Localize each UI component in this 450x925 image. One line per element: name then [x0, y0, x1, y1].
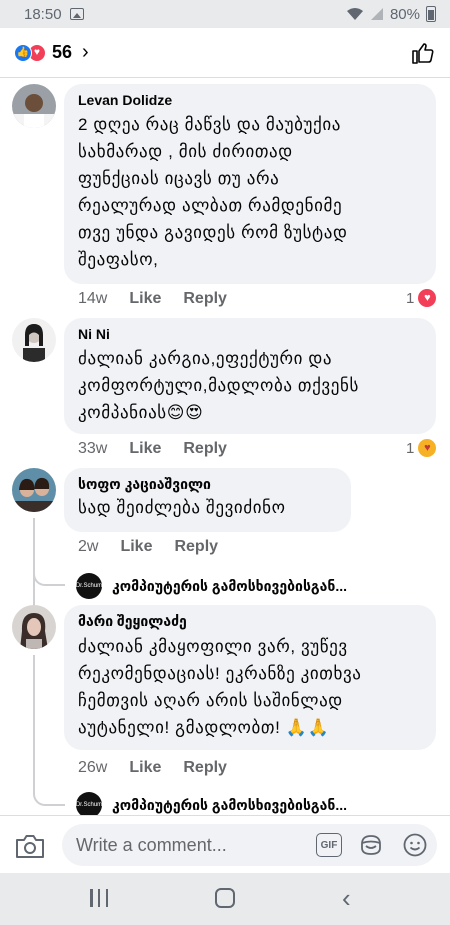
camera-button[interactable]	[14, 832, 46, 860]
gif-button[interactable]: GIF	[316, 833, 342, 857]
reaction-count[interactable]: 56	[52, 42, 72, 63]
recent-apps-icon[interactable]	[90, 889, 108, 907]
reply-author[interactable]: კომპიუტერის გამოსხივებისგან...	[112, 578, 347, 595]
reply-button[interactable]: Reply	[183, 440, 227, 458]
avatar[interactable]	[12, 318, 56, 362]
comment-actions: 2w Like Reply	[78, 538, 218, 556]
comment-reactions[interactable]: 1 ♥	[406, 439, 437, 457]
comment-input-wrapper: GIF	[62, 824, 437, 866]
comment-list: Levan Dolidze 2 დღეა რაც მაწვს და მაუბუქ…	[0, 78, 450, 815]
heart-icon: ♥	[418, 289, 437, 307]
reactions-header: 👍 ♥ 56 ›	[0, 28, 450, 78]
wifi-icon	[346, 8, 363, 20]
view-reply[interactable]: Dr.Schum კომპიუტერის გამოსხივებისგან...	[76, 573, 347, 599]
comment-time[interactable]: 2w	[78, 538, 98, 556]
status-bar: 18:50 80%	[0, 0, 450, 28]
reaction-icons[interactable]: 👍 ♥	[14, 43, 46, 62]
comment-time[interactable]: 33w	[78, 440, 107, 458]
like-button[interactable]: Like	[120, 538, 152, 556]
thread-line	[33, 655, 35, 795]
camera-icon	[16, 835, 44, 858]
home-icon[interactable]	[215, 888, 235, 908]
comment-author[interactable]: სოფო კაციაშვილი	[78, 476, 339, 493]
comment-actions: 14w Like Reply	[78, 290, 227, 308]
reply-avatar: Dr.Schum	[76, 792, 102, 815]
like-button[interactable]: Like	[129, 440, 161, 458]
like-button[interactable]: Like	[129, 759, 161, 777]
comment-text: სად შეიძლება შევიძინო	[78, 498, 286, 517]
avatar[interactable]	[12, 605, 56, 649]
reply-button[interactable]: Reply	[174, 538, 218, 556]
comment-reactions[interactable]: 1 ♥	[406, 289, 437, 307]
status-time: 18:50	[24, 5, 62, 23]
thread-hook	[33, 778, 65, 806]
sticker-icon	[361, 835, 381, 855]
status-right: 80%	[346, 6, 436, 23]
chevron-right-icon[interactable]: ›	[82, 41, 89, 64]
reply-button[interactable]: Reply	[183, 290, 227, 308]
avatar[interactable]	[12, 84, 56, 128]
comment-text: 2 დღეა რაც მაწვს და მაუბუქია სახმარად , …	[78, 115, 348, 269]
thread-hook	[33, 558, 65, 586]
like-reaction-icon: 👍	[14, 43, 32, 62]
reaction-count: 1	[406, 289, 415, 307]
comment-input[interactable]	[76, 824, 306, 866]
system-nav-bar: ‹	[0, 873, 450, 925]
comment-bubble[interactable]: სოფო კაციაშვილი სად შეიძლება შევიძინო	[64, 468, 351, 532]
comment-author[interactable]: მარი შეყილაძე	[78, 613, 424, 630]
like-post-button[interactable]	[410, 40, 436, 66]
reply-avatar: Dr.Schum	[76, 573, 102, 599]
view-reply[interactable]: Dr.Schum კომპიუტერის გამოსხივებისგან...	[76, 792, 347, 815]
reaction-count: 1	[406, 439, 415, 457]
care-icon: ♥	[418, 439, 437, 457]
comment-actions: 26w Like Reply	[78, 759, 227, 777]
comment-time[interactable]: 26w	[78, 759, 107, 777]
like-button[interactable]: Like	[129, 290, 161, 308]
back-icon[interactable]: ‹	[342, 885, 351, 911]
thumbs-up-icon	[412, 42, 434, 64]
comment-bubble[interactable]: Levan Dolidze 2 დღეა რაც მაწვს და მაუბუქ…	[64, 84, 436, 284]
comment-composer: GIF	[0, 815, 450, 873]
battery-percent: 80%	[389, 5, 420, 23]
smiley-icon	[403, 833, 427, 857]
sticker-button[interactable]	[358, 832, 384, 858]
emoji-button[interactable]	[402, 832, 428, 858]
comment-bubble[interactable]: Ni Ni ძალიან კარგია,ეფექტური და კომფორტუ…	[64, 318, 436, 434]
comment-author[interactable]: Ni Ni	[78, 326, 424, 342]
comment-text: ძალიან კარგია,ეფექტური და კომფორტული,მად…	[78, 349, 359, 422]
avatar[interactable]	[12, 468, 56, 512]
battery-icon	[426, 6, 436, 22]
reply-button[interactable]: Reply	[183, 759, 227, 777]
comment-time[interactable]: 14w	[78, 290, 107, 308]
comment-text: ძალიან კმაყოფილი ვარ, ვუწევ რეკომენდაცია…	[78, 637, 362, 737]
reply-author[interactable]: კომპიუტერის გამოსხივებისგან...	[112, 797, 347, 814]
signal-icon	[370, 8, 383, 20]
comment-bubble[interactable]: მარი შეყილაძე ძალიან კმაყოფილი ვარ, ვუწე…	[64, 605, 436, 750]
comment-actions: 33w Like Reply	[78, 440, 227, 458]
comment-author[interactable]: Levan Dolidze	[78, 92, 424, 108]
gallery-icon	[69, 8, 84, 20]
